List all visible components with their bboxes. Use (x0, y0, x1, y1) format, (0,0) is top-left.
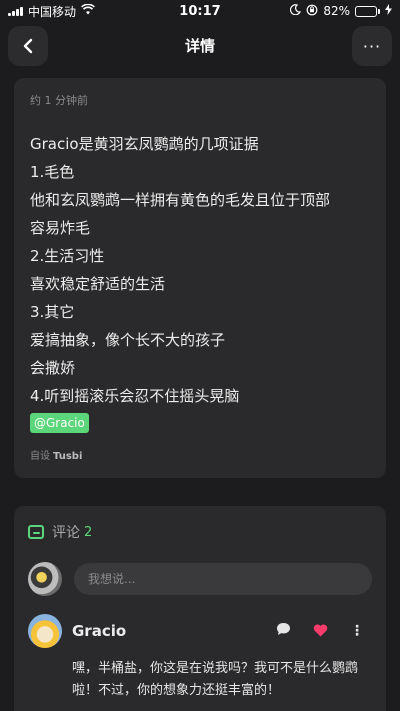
post-line: 爱搞抽象，像个长不大的孩子 (30, 331, 226, 349)
post-line: 他和玄凤鹦鹉一样拥有黄色的毛发且位于顶部 (30, 191, 331, 209)
moon-icon (290, 4, 302, 18)
post-line: 1.毛色 (30, 163, 75, 181)
post-line: 2.生活习性 (30, 247, 105, 265)
post-line: Gracio是黄羽玄凤鹦鹉的几项证据 (30, 135, 259, 153)
post-line: 4.听到摇滚乐会忍不住摇头晃脑 (30, 387, 240, 405)
comments-title: 评论 (52, 525, 80, 541)
post-card: 约 1 分钟前 Gracio是黄羽玄凤鹦鹉的几项证据 1.毛色 他和玄凤鹦鹉一样… (14, 78, 386, 478)
carrier-label: 中国移动 (28, 4, 77, 19)
battery-percent: 82% (323, 4, 350, 18)
status-bar: 中国移动 10:17 82% (0, 0, 400, 22)
source-label: 自设 (30, 451, 50, 462)
comment-item: Gracio ⋮ 嘿，半桶盐，你这是在说我吗？我可不是什么鹦鹉啦！不过，你的想象… (28, 614, 372, 702)
nav-bar: 详情 ··· (0, 26, 400, 68)
mention-tag[interactable]: @Gracio (30, 413, 89, 433)
comments-header: 评论 2 (28, 520, 372, 544)
page-title: 详情 (184, 37, 215, 55)
more-icon[interactable]: ⋮ (350, 623, 364, 639)
avatar[interactable] (28, 562, 62, 596)
avatar[interactable] (28, 614, 62, 648)
more-button[interactable]: ··· (352, 26, 392, 66)
comment-head: Gracio ⋮ (28, 614, 372, 648)
comment-input[interactable] (74, 563, 372, 595)
signal-icon (8, 6, 23, 16)
back-button[interactable] (8, 26, 48, 66)
post-content: Gracio是黄羽玄凤鹦鹉的几项证据 1.毛色 他和玄凤鹦鹉一样拥有黄色的毛发且… (30, 130, 370, 433)
source-row: 自设 Tusbi (30, 447, 82, 462)
post-timestamp: 约 1 分钟前 (30, 94, 88, 107)
more-icon: ··· (362, 36, 382, 56)
charging-icon (385, 4, 392, 18)
comment-text: 嘿，半桶盐，你这是在说我吗？我可不是什么鹦鹉啦！不过，你的想象力还挺丰富的！ (72, 661, 359, 698)
heart-icon[interactable] (313, 622, 328, 641)
reply-icon[interactable] (276, 622, 291, 640)
post-line: 喜欢稳定舒适的生活 (30, 275, 166, 293)
orientation-lock-icon (306, 4, 318, 19)
comment-icon (28, 525, 44, 539)
source-name[interactable]: Tusbi (53, 451, 82, 462)
wifi-icon (81, 3, 95, 18)
back-arrow-icon (23, 38, 33, 54)
battery-icon (355, 5, 380, 17)
comments-count: 2 (84, 524, 93, 540)
post-line: 容易炸毛 (30, 219, 91, 237)
comment-author[interactable]: Gracio (72, 622, 266, 640)
comments-card: 评论 2 Gracio ⋮ 嘿，半桶盐，你这是在说我吗？我可不是什么鹦鹉啦！不过… (14, 506, 386, 711)
comment-actions: ⋮ (276, 622, 364, 641)
compose-row (28, 562, 372, 596)
post-line: 3.其它 (30, 303, 75, 321)
post-line: 会撒娇 (30, 359, 76, 377)
